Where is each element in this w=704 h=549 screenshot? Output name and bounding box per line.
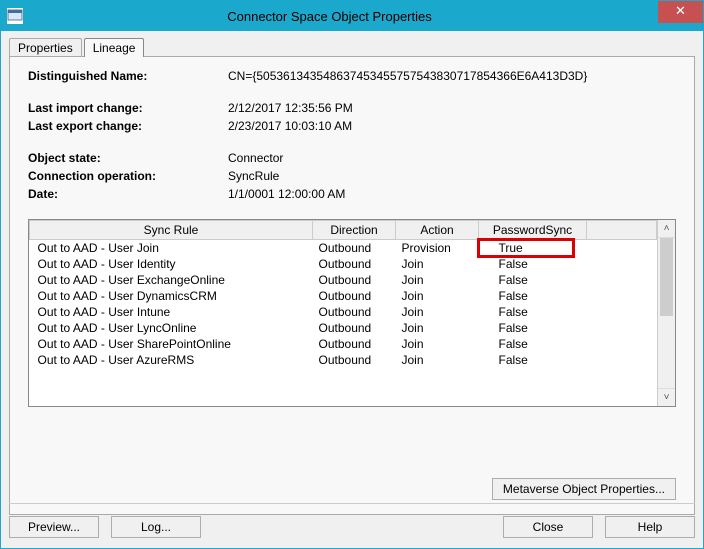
titlebar: Connector Space Object Properties ✕ [1, 1, 703, 31]
scroll-down-icon[interactable]: ˅ [658, 388, 675, 406]
cell-direction: Outbound [313, 288, 396, 304]
separator [9, 503, 695, 504]
last-import-label: Last import change: [28, 99, 228, 117]
last-import-value: 2/12/2017 12:35:56 PM [228, 99, 676, 117]
cell-sync-rule: Out to AAD - User ExchangeOnline [30, 272, 313, 288]
table-row[interactable]: Out to AAD - User IntuneOutboundJoinFals… [30, 304, 657, 320]
close-button[interactable]: Close [503, 516, 593, 538]
cell-spacer [587, 256, 657, 272]
cell-direction: Outbound [313, 240, 396, 257]
cell-action: Provision [396, 240, 479, 257]
table-row[interactable]: Out to AAD - User ExchangeOnlineOutbound… [30, 272, 657, 288]
table-row[interactable]: Out to AAD - User DynamicsCRMOutboundJoi… [30, 288, 657, 304]
preview-button[interactable]: Preview... [9, 516, 99, 538]
log-button[interactable]: Log... [111, 516, 201, 538]
cell-spacer [587, 304, 657, 320]
cell-passwordsync: False [479, 304, 587, 320]
cell-direction: Outbound [313, 352, 396, 368]
sync-rule-table: Sync Rule Direction Action PasswordSync … [28, 219, 676, 407]
cell-passwordsync: True [479, 240, 587, 257]
cell-sync-rule: Out to AAD - User AzureRMS [30, 352, 313, 368]
table-row[interactable]: Out to AAD - User AzureRMSOutboundJoinFa… [30, 352, 657, 368]
cell-direction: Outbound [313, 272, 396, 288]
last-export-value: 2/23/2017 10:03:10 AM [228, 117, 676, 135]
cell-passwordsync: False [479, 272, 587, 288]
table-row[interactable]: Out to AAD - User SharePointOnlineOutbou… [30, 336, 657, 352]
cell-sync-rule: Out to AAD - User Identity [30, 256, 313, 272]
cell-passwordsync: False [479, 352, 587, 368]
last-export-label: Last export change: [28, 117, 228, 135]
col-direction[interactable]: Direction [313, 221, 396, 240]
cell-spacer [587, 288, 657, 304]
tab-body-lineage: Distinguished Name: CN={5053613435486374… [9, 56, 695, 515]
tab-lineage[interactable]: Lineage [84, 38, 145, 57]
cell-direction: Outbound [313, 336, 396, 352]
cell-sync-rule: Out to AAD - User Join [30, 240, 313, 257]
cell-action: Join [396, 272, 479, 288]
cell-action: Join [396, 256, 479, 272]
dialog-footer: Preview... Log... Close Help [9, 516, 695, 538]
cell-direction: Outbound [313, 256, 396, 272]
cell-spacer [587, 240, 657, 257]
cell-action: Join [396, 320, 479, 336]
cell-direction: Outbound [313, 320, 396, 336]
cell-sync-rule: Out to AAD - User DynamicsCRM [30, 288, 313, 304]
table-row[interactable]: Out to AAD - User LyncOnlineOutboundJoin… [30, 320, 657, 336]
cell-passwordsync: False [479, 256, 587, 272]
cell-action: Join [396, 288, 479, 304]
cell-action: Join [396, 352, 479, 368]
tab-properties[interactable]: Properties [9, 38, 82, 57]
scroll-track[interactable] [658, 238, 675, 388]
cell-spacer [587, 352, 657, 368]
cell-sync-rule: Out to AAD - User LyncOnline [30, 320, 313, 336]
tabstrip: Properties Lineage [1, 31, 703, 56]
cell-spacer [587, 272, 657, 288]
help-button[interactable]: Help [605, 516, 695, 538]
cell-action: Join [396, 304, 479, 320]
col-action[interactable]: Action [396, 221, 479, 240]
object-state-value: Connector [228, 149, 676, 167]
dialog: Connector Space Object Properties ✕ Prop… [0, 0, 704, 549]
metaverse-properties-button[interactable]: Metaverse Object Properties... [492, 478, 676, 500]
date-value: 1/1/0001 12:00:00 AM [228, 185, 676, 203]
dn-value: CN={505361343548637453455757543830717854… [228, 67, 676, 85]
table-scrollbar[interactable]: ˄ ˅ [657, 220, 675, 406]
col-spacer [587, 221, 657, 240]
cell-spacer [587, 320, 657, 336]
col-sync-rule[interactable]: Sync Rule [30, 221, 313, 240]
cell-sync-rule: Out to AAD - User Intune [30, 304, 313, 320]
highlight-annotation [477, 238, 575, 258]
object-info: Distinguished Name: CN={5053613435486374… [10, 57, 694, 213]
cell-passwordsync: False [479, 336, 587, 352]
conn-op-label: Connection operation: [28, 167, 228, 185]
cell-spacer [587, 336, 657, 352]
cell-passwordsync: False [479, 288, 587, 304]
scroll-up-icon[interactable]: ˄ [658, 220, 675, 238]
cell-action: Join [396, 336, 479, 352]
window-title: Connector Space Object Properties [1, 9, 658, 24]
cell-passwordsync: False [479, 320, 587, 336]
dn-label: Distinguished Name: [28, 67, 228, 85]
scroll-thumb[interactable] [660, 238, 673, 316]
table-row[interactable]: Out to AAD - User JoinOutboundProvisionT… [30, 240, 657, 257]
col-passwordsync[interactable]: PasswordSync [479, 221, 587, 240]
date-label: Date: [28, 185, 228, 203]
cell-sync-rule: Out to AAD - User SharePointOnline [30, 336, 313, 352]
table-row[interactable]: Out to AAD - User IdentityOutboundJoinFa… [30, 256, 657, 272]
object-state-label: Object state: [28, 149, 228, 167]
conn-op-value: SyncRule [228, 167, 676, 185]
close-window-button[interactable]: ✕ [658, 1, 703, 23]
cell-direction: Outbound [313, 304, 396, 320]
